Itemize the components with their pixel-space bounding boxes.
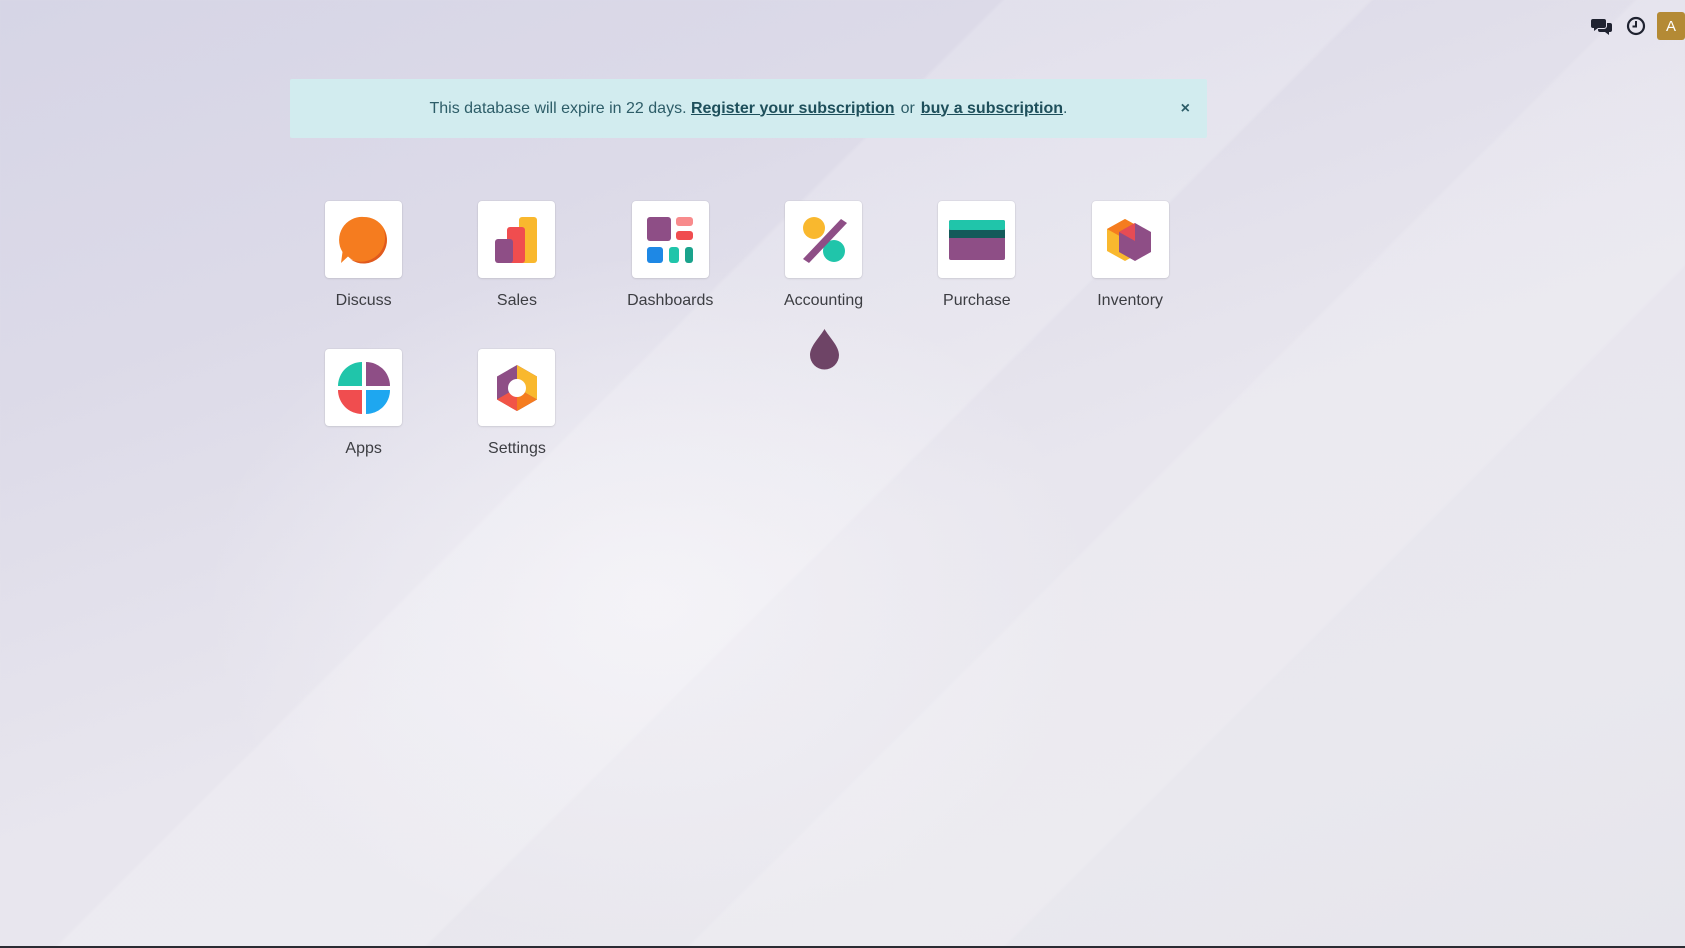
discuss-icon: [338, 216, 387, 264]
app-label: Settings: [488, 440, 546, 457]
app-purchase[interactable]: Purchase: [900, 201, 1053, 349]
drop-icon: [810, 329, 839, 370]
user-avatar[interactable]: A: [1657, 12, 1685, 40]
sales-icon: [494, 216, 537, 263]
accounting-icon: [802, 216, 847, 263]
app-sales[interactable]: Sales: [440, 201, 593, 349]
app-icon-tile: [325, 349, 403, 426]
buy-subscription-link[interactable]: buy a subscription: [921, 100, 1063, 118]
app-icon-tile: [325, 201, 403, 278]
alert-text: This database will expire in 22 days.: [429, 99, 687, 117]
close-alert-button[interactable]: ×: [1181, 100, 1190, 118]
app-label: Accounting: [783, 292, 864, 309]
inventory-icon: [1107, 218, 1152, 261]
app-apps[interactable]: Apps: [287, 349, 440, 497]
app-icon-tile: [785, 201, 863, 278]
app-icon-tile: [938, 201, 1016, 278]
app-discuss[interactable]: Discuss: [287, 201, 440, 349]
top-navbar: A: [1585, 12, 1685, 40]
settings-icon: [496, 364, 537, 411]
chat-icon: [1591, 19, 1612, 35]
dashboards-icon: [647, 216, 694, 263]
alert-or-text: or: [900, 99, 915, 117]
app-label: Apps: [345, 440, 382, 457]
purchase-icon: [948, 219, 1005, 260]
messaging-button[interactable]: [1585, 12, 1619, 40]
app-dashboards[interactable]: Dashboards: [594, 201, 747, 349]
app-icon-tile: [1091, 201, 1169, 278]
app-icon-tile: [478, 201, 556, 278]
app-label: Discuss: [335, 292, 392, 309]
app-grid: Discuss Sales Dashboards Accounting Purc…: [287, 201, 1207, 497]
activity-button[interactable]: [1619, 12, 1653, 40]
app-inventory[interactable]: Inventory: [1053, 201, 1206, 349]
app-accounting[interactable]: Accounting: [747, 201, 900, 349]
alert-period: .: [1063, 99, 1068, 117]
register-subscription-link[interactable]: Register your subscription: [691, 100, 895, 118]
app-label: Sales: [496, 292, 537, 309]
app-settings[interactable]: Settings: [440, 349, 593, 497]
clock-icon: [1626, 16, 1646, 36]
app-icon-tile: [631, 201, 709, 278]
apps-icon: [337, 361, 390, 414]
app-label: Inventory: [1097, 292, 1164, 309]
app-icon-tile: [478, 349, 556, 426]
expiration-alert: This database will expire in 22 days. Re…: [290, 79, 1207, 138]
app-label: Purchase: [943, 292, 1011, 309]
app-label: Dashboards: [627, 292, 714, 309]
